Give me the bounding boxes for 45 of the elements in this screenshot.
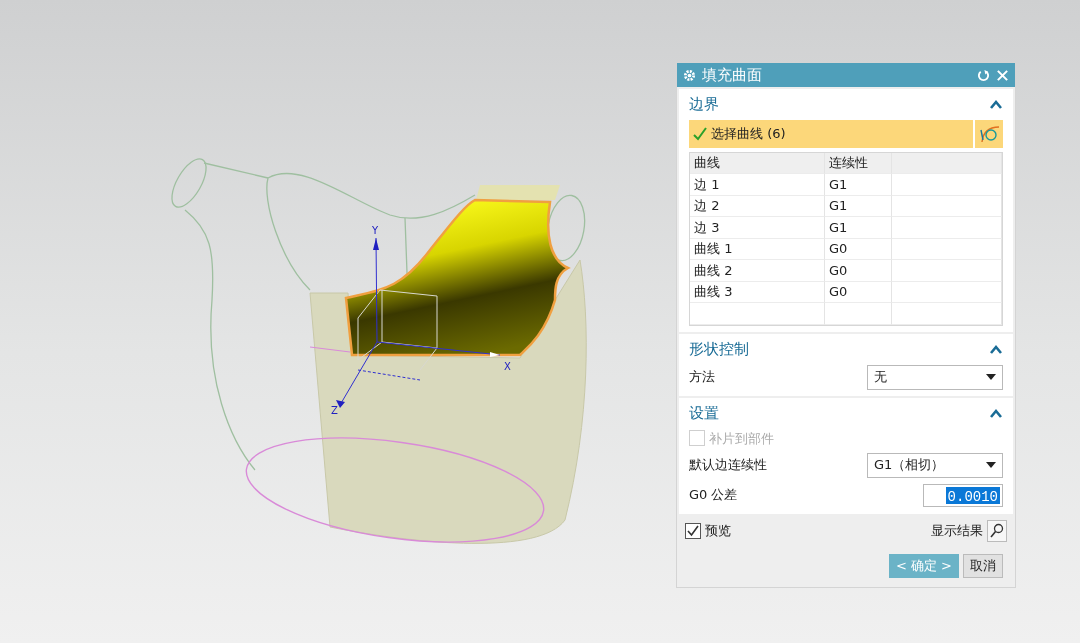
table-cell: 曲线 2 [690, 260, 825, 282]
collapse-icon[interactable] [989, 99, 1003, 110]
show-result-button[interactable] [987, 520, 1007, 542]
section-title[interactable]: 设置 [689, 402, 719, 425]
settings-icon[interactable] [683, 68, 696, 82]
table-cell: G0 [825, 238, 892, 260]
window-title: 填充曲面 [702, 64, 763, 86]
column-header: 曲线 [690, 152, 825, 174]
tolerance-field[interactable]: 0.0010 [923, 483, 1003, 507]
table-cell: G1 [825, 174, 892, 196]
table-cell: G1 [825, 217, 892, 239]
cancel-button[interactable]: 取消 [963, 554, 1003, 578]
axis-label: Y [372, 225, 379, 236]
checkbox[interactable] [685, 523, 701, 539]
selection-label: 选择曲线 (6) [711, 124, 786, 143]
show-result-label: 显示结果 [931, 522, 983, 541]
column-header: 连续性 [825, 152, 892, 174]
section-title[interactable]: 形状控制 [689, 337, 749, 360]
axis-label: Z [331, 405, 338, 416]
field-label: 方法 [689, 368, 715, 387]
curve-select-button[interactable] [975, 119, 1003, 148]
selection-bar[interactable]: 选择曲线 (6) [689, 119, 973, 148]
field-label: G0 公差 [689, 486, 738, 505]
collapse-icon[interactable] [989, 343, 1003, 354]
table-cell: 边 2 [690, 195, 825, 217]
empty-cell [825, 303, 892, 325]
table-cell: G1 [825, 195, 892, 217]
dropdown-arrow-icon [986, 462, 996, 468]
axis-label: X [504, 361, 511, 372]
table-cell: 边 1 [690, 174, 825, 196]
table-cell: G0 [825, 281, 892, 303]
field-label: 默认边连续性 [689, 456, 767, 475]
reset-icon[interactable] [977, 68, 990, 82]
checkbox-label: 补片到部件 [709, 429, 774, 448]
section-title[interactable]: 边界 [689, 93, 719, 116]
table-cell: G0 [825, 260, 892, 282]
close-icon[interactable] [996, 68, 1009, 82]
continuity-dropdown[interactable]: G1（相切） [867, 452, 1003, 478]
checkbox-label: 预览 [705, 522, 731, 541]
table-cell: 边 3 [690, 217, 825, 239]
table-cell: 曲线 1 [690, 238, 825, 260]
table-cell: 曲线 3 [690, 281, 825, 303]
method-dropdown[interactable]: 无 [867, 364, 1003, 390]
collapse-icon[interactable] [989, 408, 1003, 419]
dropdown-arrow-icon [986, 374, 996, 380]
